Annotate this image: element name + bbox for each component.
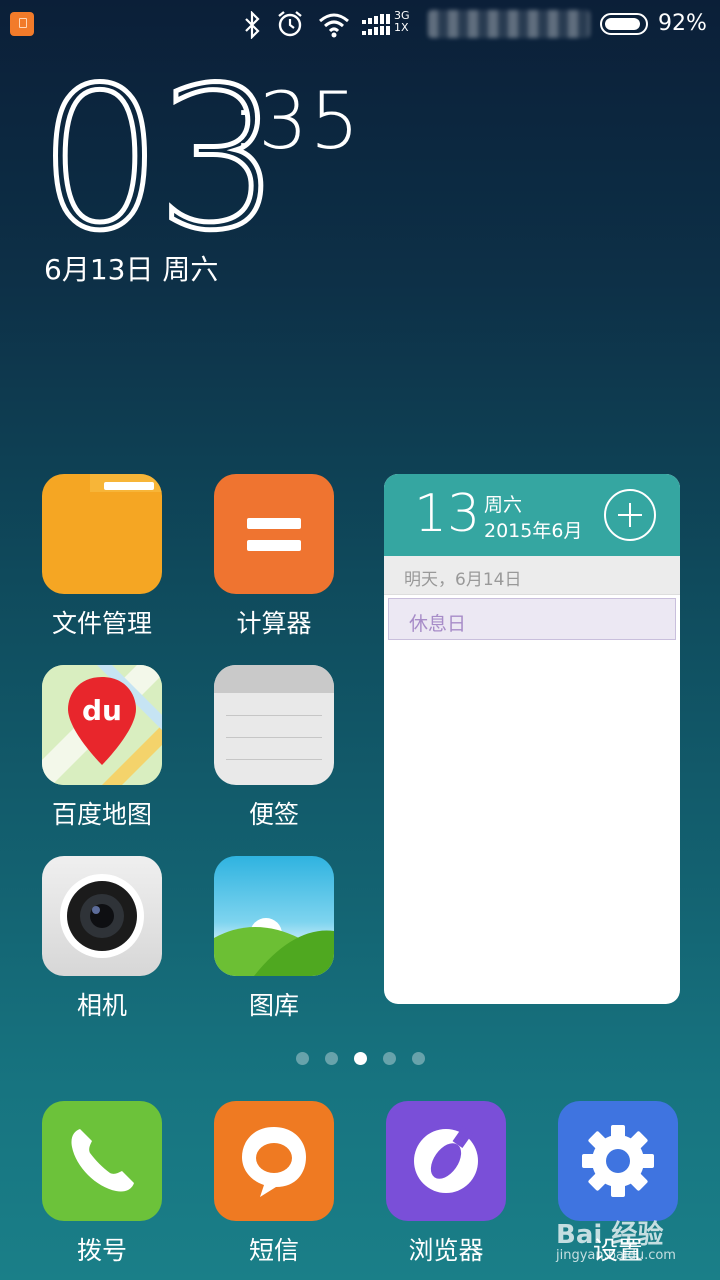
calendar-day: 13 [414,484,481,544]
app-label: 文件管理 [51,609,152,638]
camera-icon [42,856,162,976]
calendar-weekday: 周六 [484,494,523,516]
app-label: 百度地图 [51,800,152,829]
add-event-button[interactable] [604,489,656,541]
alarm-icon [278,11,302,37]
network-type: 3G 1X [394,9,410,34]
page-indicator [0,1052,720,1068]
baidu-jingyan-watermark: Bai 经验 jingyan.baidu.com [556,1220,676,1263]
wifi-icon [319,13,349,38]
app-label: 拨号 [76,1236,127,1265]
sms-icon [214,1101,334,1221]
app-file-manager[interactable]: 文件管理 [27,474,177,640]
notes-icon [214,665,334,785]
notification-icon [10,12,34,36]
folder-icon [42,474,162,594]
baidu-map-icon: du [42,665,162,785]
calculator-icon [214,474,334,594]
status-bar[interactable]: 3G 1X 92% [0,0,720,50]
app-label: 浏览器 [408,1236,484,1265]
app-camera[interactable]: 相机 [27,856,177,1022]
app-label: 相机 [76,991,127,1020]
calendar-subheader: 明天，6月14日 [384,556,680,595]
app-baidu-map[interactable]: du 百度地图 [27,665,177,831]
page-dot[interactable] [383,1052,396,1065]
phone-icon [42,1101,162,1221]
browser-icon [386,1101,506,1221]
clock-date[interactable]: 6月13日 周六 [44,248,218,288]
page-dot[interactable] [325,1052,338,1065]
page-dot[interactable] [354,1052,367,1065]
app-gallery[interactable]: 图库 [199,856,349,1022]
dock-phone[interactable]: 拨号 [27,1101,177,1267]
app-label: 图库 [248,991,299,1020]
bluetooth-icon [245,11,260,39]
app-label: 短信 [248,1236,299,1265]
clock-minutes[interactable]: :35 [230,82,362,162]
battery-percent: 92% [658,11,707,36]
page-dot[interactable] [296,1052,309,1065]
app-label: 便签 [248,800,299,829]
calendar-event[interactable]: 休息日 [388,598,676,640]
app-calculator[interactable]: 计算器 [199,474,349,640]
settings-icon [558,1101,678,1221]
page-dot[interactable] [412,1052,425,1065]
carrier-name-blurred [428,10,590,38]
app-label: 计算器 [236,609,312,638]
calendar-widget[interactable]: 13 周六 2015年6月 明天，6月14日 休息日 [384,474,680,1004]
svg-text:du: du [82,694,122,727]
signal-icon [362,14,390,35]
dock-sms[interactable]: 短信 [199,1101,349,1267]
app-notes[interactable]: 便签 [199,665,349,831]
dock-browser[interactable]: 浏览器 [371,1101,521,1267]
calendar-header: 13 周六 2015年6月 [384,474,680,556]
gallery-icon [214,856,334,976]
calendar-year-month: 2015年6月 [484,520,583,542]
battery-icon [600,13,648,35]
